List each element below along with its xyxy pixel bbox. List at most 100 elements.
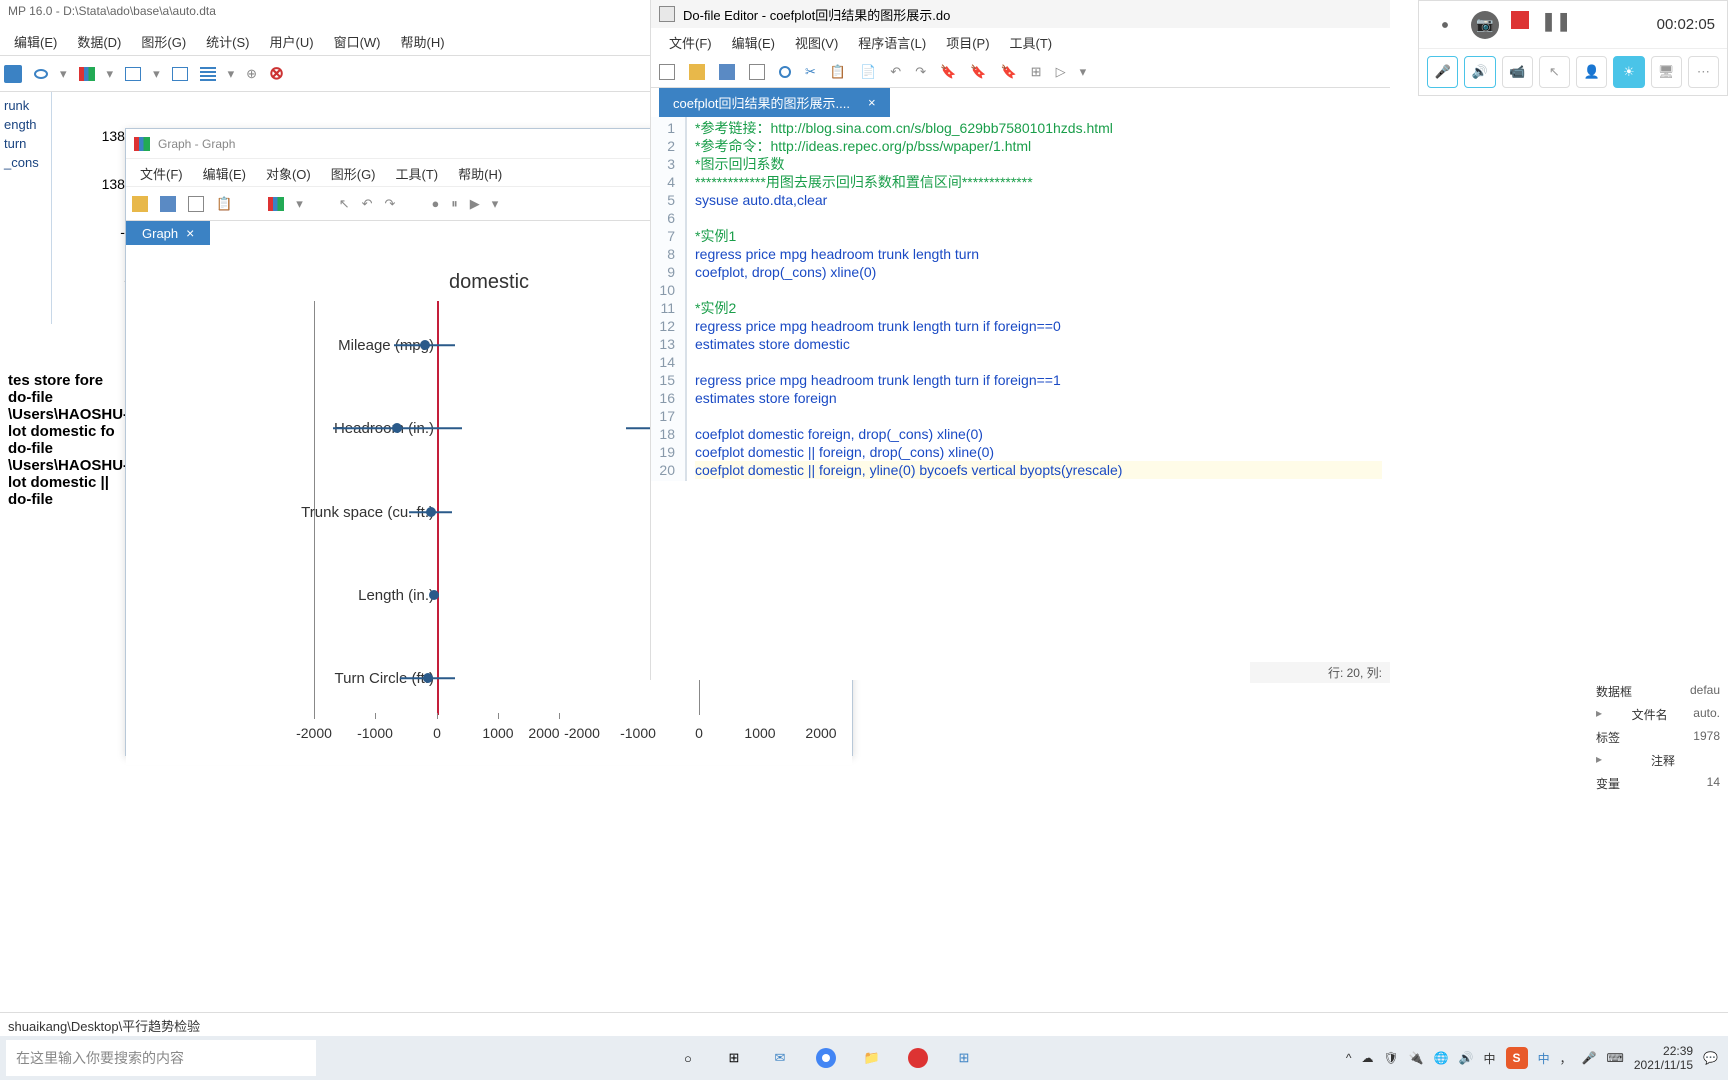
menu-data[interactable]: 数据(D) [67, 26, 131, 55]
menu-graph[interactable]: 图形(G) [131, 26, 196, 55]
undo-icon[interactable]: ↶ [362, 196, 373, 212]
dmenu-file[interactable]: 文件(F) [659, 28, 722, 56]
taskbar: 在这里输入你要搜索的内容 ○ ⊞ ✉ 📁 ⊞ ^ ☁ 🛡 🔌 🌐 🔊 中 S 中… [0, 1036, 1728, 1080]
monitor-button[interactable]: 🖥 [1651, 56, 1682, 88]
more-button[interactable]: ⋯ [1688, 56, 1719, 88]
user-button[interactable]: 👤 [1576, 56, 1607, 88]
dofile-status: 行: 20, 列: [1250, 662, 1390, 683]
cut-icon[interactable]: ✂ [805, 64, 816, 80]
usb-icon[interactable]: 🔌 [1409, 1051, 1424, 1065]
code-area[interactable]: 1234567891011121314151617181920 *参考链接：ht… [651, 117, 1390, 481]
log-icon[interactable] [4, 65, 22, 83]
menu-window[interactable]: 窗口(W) [324, 26, 391, 55]
undo-icon[interactable]: ↶ [890, 64, 901, 80]
execute-icon[interactable]: ▷ [1056, 64, 1066, 80]
webcam-button[interactable]: 📹 [1502, 56, 1533, 88]
open-icon[interactable] [132, 196, 148, 212]
record-button[interactable] [1431, 11, 1459, 39]
data-editor-icon[interactable] [172, 67, 188, 81]
bookmark-next-icon[interactable]: 🔖 [970, 64, 986, 80]
stop-button[interactable] [1511, 11, 1529, 39]
dmenu-lang[interactable]: 程序语言(L) [848, 28, 936, 56]
dmenu-project[interactable]: 项目(P) [936, 28, 999, 56]
var-cons: _cons [4, 153, 47, 172]
dmenu-view[interactable]: 视图(V) [785, 28, 848, 56]
break-icon[interactable]: ⊗ [269, 63, 284, 84]
speaker-button[interactable]: 🔊 [1464, 56, 1495, 88]
cursor-button[interactable]: ↖ [1539, 56, 1570, 88]
menu-user[interactable]: 用户(U) [260, 26, 324, 55]
copy-icon[interactable]: 📋 [830, 64, 846, 80]
xtick: -1000 [620, 725, 656, 741]
search-input[interactable]: 在这里输入你要搜索的内容 [6, 1040, 316, 1076]
graph-tab[interactable]: Graph × [126, 221, 210, 245]
close-icon[interactable]: × [186, 225, 194, 241]
pause-icon[interactable]: ⏸ [451, 196, 458, 212]
ime-lang-icon[interactable]: 中 [1538, 1050, 1550, 1067]
play-icon[interactable]: ▶ [470, 196, 480, 212]
recorder-app-icon[interactable] [904, 1044, 932, 1072]
highlight-button[interactable]: ☀ [1613, 56, 1644, 88]
mic-button[interactable]: 🎤 [1427, 56, 1458, 88]
new-icon[interactable] [659, 64, 675, 80]
search-icon[interactable] [779, 66, 791, 78]
sogou-icon[interactable]: S [1506, 1047, 1528, 1069]
menu-edit[interactable]: 编辑(E) [4, 26, 67, 55]
redo-icon[interactable]: ↷ [915, 64, 926, 80]
open-icon[interactable] [689, 64, 705, 80]
print-icon[interactable] [188, 196, 204, 212]
gmenu-file[interactable]: 文件(F) [130, 159, 193, 186]
gmenu-tools[interactable]: 工具(T) [386, 159, 449, 186]
stata-app-icon[interactable]: ⊞ [950, 1044, 978, 1072]
gmenu-graph[interactable]: 图形(G) [321, 159, 386, 186]
chrome-icon[interactable] [812, 1044, 840, 1072]
gmenu-edit[interactable]: 编辑(E) [193, 159, 256, 186]
dofile-tab[interactable]: coefplot回归结果的图形展示.... × [659, 88, 890, 117]
camera-button[interactable]: 📷 [1471, 11, 1499, 39]
match-icon[interactable]: ⊞ [1031, 64, 1042, 80]
task-view-icon[interactable]: ⊞ [720, 1044, 748, 1072]
xtick: 2000 [528, 725, 559, 741]
start-button[interactable]: ○ [674, 1044, 702, 1072]
tray-chevron-icon[interactable]: ^ [1346, 1051, 1352, 1065]
arrow-icon[interactable]: ↖ [339, 196, 350, 212]
bookmark-icon[interactable]: 🔖 [940, 64, 956, 80]
ime-icon[interactable]: 中 [1484, 1050, 1496, 1067]
data-browser-icon[interactable] [200, 67, 216, 81]
close-icon[interactable]: × [868, 95, 876, 110]
mic-tray-icon[interactable]: 🎤 [1582, 1051, 1597, 1065]
properties-panel: 数据框defau ▸文件名auto. 标签1978 ▸注释 变量14 [1588, 680, 1728, 795]
onedrive-icon[interactable]: ☁ [1361, 1051, 1373, 1065]
reference-line [437, 301, 439, 715]
menu-help[interactable]: 帮助(H) [391, 26, 455, 55]
rename-icon[interactable] [268, 197, 284, 211]
tick [314, 713, 315, 719]
redo-icon[interactable]: ↷ [385, 196, 396, 212]
gmenu-help[interactable]: 帮助(H) [448, 159, 512, 186]
save-icon[interactable] [719, 64, 735, 80]
record-icon[interactable]: ● [431, 196, 439, 211]
pause-button[interactable]: ❚❚ [1541, 11, 1571, 39]
mail-icon[interactable]: ✉ [766, 1044, 794, 1072]
notifications-icon[interactable]: 💬 [1703, 1051, 1718, 1065]
viewer-icon[interactable] [34, 69, 48, 79]
print-icon[interactable] [749, 64, 765, 80]
input-comma-icon[interactable]: ， [1560, 1050, 1572, 1067]
code-text[interactable]: *参考链接：http://blog.sina.com.cn/s/blog_629… [687, 117, 1390, 481]
gmenu-object[interactable]: 对象(O) [256, 159, 321, 186]
bookmark-clear-icon[interactable]: 🔖 [1000, 64, 1016, 80]
dmenu-tools[interactable]: 工具(T) [1000, 28, 1063, 56]
explorer-icon[interactable]: 📁 [858, 1044, 886, 1072]
clock[interactable]: 22:39 2021/11/15 [1634, 1044, 1693, 1073]
dofile-tab-label: coefplot回归结果的图形展示.... [673, 93, 850, 112]
dmenu-edit[interactable]: 编辑(E) [722, 28, 785, 56]
defender-icon[interactable]: 🛡 [1383, 1051, 1398, 1065]
wifi-icon[interactable]: 🌐 [1434, 1051, 1449, 1065]
dofile-icon[interactable] [125, 67, 141, 81]
menu-stats[interactable]: 统计(S) [196, 26, 259, 55]
volume-icon[interactable]: 🔊 [1459, 1051, 1474, 1065]
save-icon[interactable] [160, 196, 176, 212]
paste-icon[interactable]: 📄 [860, 64, 876, 80]
keyboard-icon[interactable]: ⌨ [1607, 1051, 1624, 1065]
graph-icon[interactable] [79, 67, 95, 81]
